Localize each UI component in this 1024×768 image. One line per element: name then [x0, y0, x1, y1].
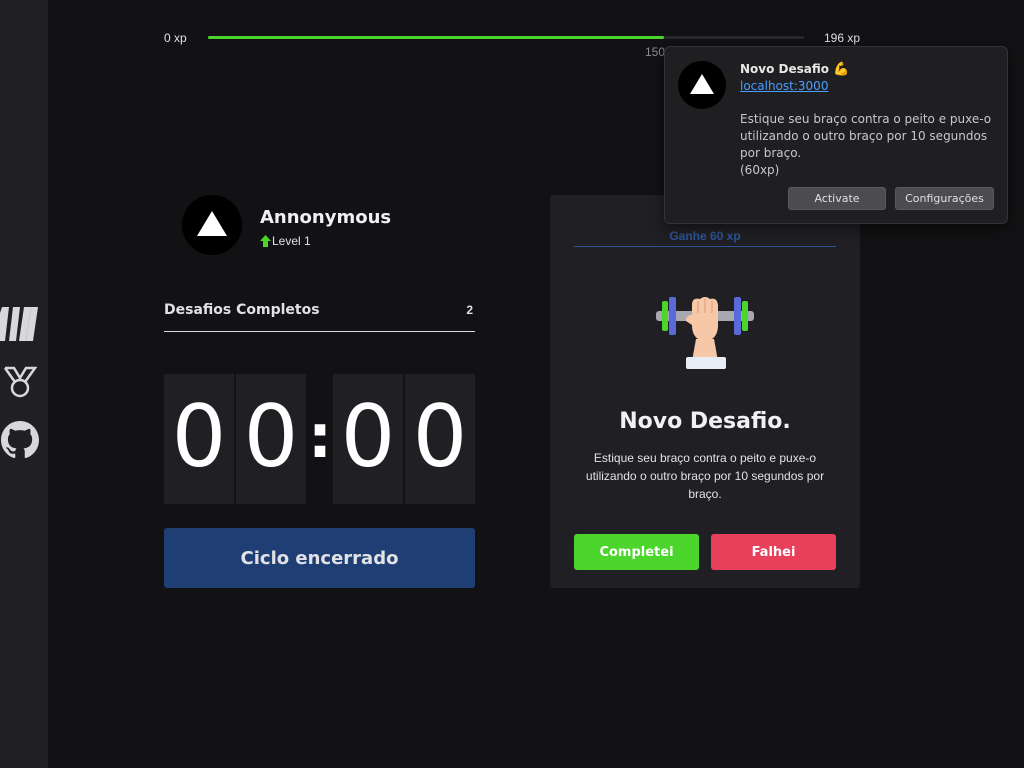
xp-track	[208, 36, 804, 39]
sidebar	[0, 0, 48, 768]
profile-level: Level 1	[260, 234, 311, 248]
countdown-separator: :	[308, 402, 332, 472]
cycle-ended-button[interactable]: Ciclo encerrado	[164, 528, 475, 588]
dumbbell-icon	[656, 297, 754, 369]
second-digit: 0	[333, 374, 403, 504]
countdown-seconds: 0 0	[333, 374, 475, 504]
flexed-biceps-icon: 💪	[833, 62, 850, 77]
notification-xp: (60xp)	[740, 163, 780, 177]
challenge-failed-button[interactable]: Falhei	[711, 534, 836, 570]
completed-challenges: Desafios Completos 2	[164, 300, 475, 332]
minute-digit: 0	[236, 374, 306, 504]
notification-origin-link[interactable]: localhost:3000	[740, 79, 828, 93]
logo-icon[interactable]	[0, 305, 40, 343]
challenge-succeeded-button[interactable]: Completei	[574, 534, 699, 570]
countdown: 0 0 : 0 0	[164, 374, 475, 504]
medal-icon[interactable]	[3, 366, 37, 398]
notification-title: Novo Desafio 💪	[740, 62, 849, 77]
completed-count: 2	[466, 303, 473, 317]
level-label: Level 1	[272, 234, 311, 248]
challenge-card: Ganhe 60 xp Novo Desafio. Estique seu br…	[550, 195, 860, 588]
xp-max-label: 196 xp	[823, 31, 860, 45]
avatar	[182, 195, 242, 255]
profile-name: Annonymous	[260, 207, 392, 228]
countdown-minutes: 0 0	[164, 374, 306, 504]
notification-app-icon	[678, 61, 726, 109]
level-up-arrow-icon	[260, 235, 271, 247]
notification-settings-button[interactable]: Configurações	[895, 187, 994, 210]
challenge-reward-label: Ganhe 60 xp	[669, 229, 741, 243]
xp-min-label: 0 xp	[164, 31, 187, 45]
notification-activate-button[interactable]: Activate	[788, 187, 886, 210]
triangle-logo-icon	[197, 211, 227, 236]
challenge-title: Novo Desafio.	[619, 409, 791, 434]
notification-title-text: Novo Desafio	[740, 62, 830, 76]
triangle-logo-icon	[690, 74, 714, 94]
github-icon[interactable]	[1, 421, 39, 459]
second-digit: 0	[405, 374, 475, 504]
challenge-description: Estique seu braço contra o peito e puxe-…	[585, 451, 825, 501]
xp-fill	[208, 36, 664, 39]
completed-label: Desafios Completos	[164, 302, 320, 318]
profile: Annonymous Level 1	[182, 195, 482, 255]
notification-body: Estique seu braço contra o peito e puxe-…	[740, 111, 998, 179]
desktop-notification[interactable]: Novo Desafio 💪 localhost:3000 Estique se…	[664, 46, 1008, 224]
minute-digit: 0	[164, 374, 234, 504]
notification-message: Estique seu braço contra o peito e puxe-…	[740, 112, 992, 160]
